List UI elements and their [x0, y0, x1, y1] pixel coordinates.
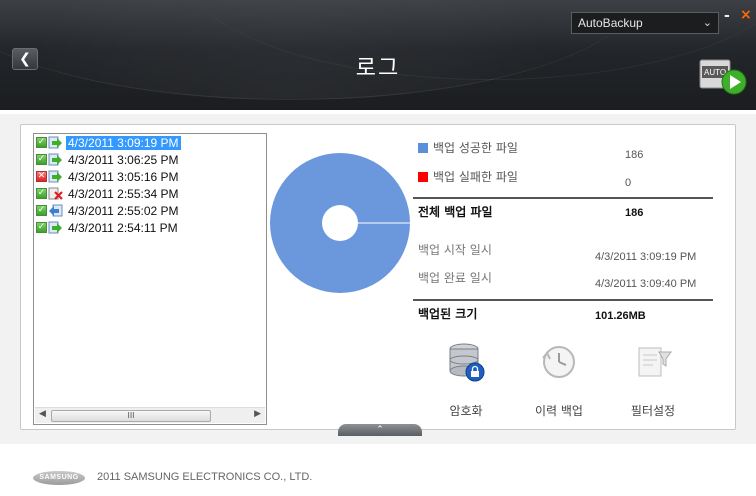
end-label: 백업 완료 일시	[418, 271, 492, 285]
database-lock-icon	[449, 343, 485, 382]
samsung-logo: SAMSUNG	[33, 471, 85, 485]
encrypt-button[interactable]: 암호화	[431, 340, 501, 419]
end-value: 4/3/2011 3:09:40 PM	[595, 278, 697, 290]
log-timestamp: 4/3/2011 2:54:11 PM	[68, 220, 178, 235]
backup-success-icon	[48, 153, 62, 166]
log-list-item[interactable]: ✕ 4/3/2011 3:05:16 PM	[34, 168, 266, 185]
checkbox-checked-icon[interactable]: ✓	[36, 188, 47, 199]
log-list-item[interactable]: ✓ 4/3/2011 3:06:25 PM	[34, 151, 266, 168]
start-value: 4/3/2011 3:09:19 PM	[595, 251, 697, 263]
chevron-down-icon: ⌄	[702, 17, 712, 29]
app-select-value: AutoBackup	[578, 16, 643, 30]
footer: SAMSUNG 2011 SAMSUNG ELECTRONICS CO., LT…	[0, 446, 756, 496]
log-panel: ✓ 4/3/2011 3:09:19 PM ✓ 4/3/2011 3:06:25 PM…	[20, 124, 736, 430]
legend-failed: 백업 실패한 파일	[418, 168, 518, 185]
svg-text:AUTO: AUTO	[704, 68, 726, 77]
divider	[413, 299, 713, 301]
checkbox-checked-icon[interactable]: ✓	[36, 205, 47, 216]
checkbox-checked-icon[interactable]: ✓	[36, 137, 47, 148]
divider	[413, 197, 713, 199]
horizontal-scrollbar[interactable]: ◀ III ▶	[35, 407, 265, 423]
collapse-panel-button[interactable]: ⌃	[338, 424, 422, 436]
scroll-thumb[interactable]: III	[51, 410, 211, 422]
chevron-up-icon: ⌃	[376, 425, 384, 435]
history-backup-label: 이력 백업	[535, 404, 583, 418]
backup-pie-chart	[270, 153, 410, 293]
failed-label: 백업 실패한 파일	[433, 170, 518, 184]
log-timestamp: 4/3/2011 2:55:34 PM	[68, 186, 179, 201]
total-value: 186	[625, 207, 644, 219]
pie-center-hole	[322, 205, 358, 241]
size-label: 백업된 크기	[418, 307, 478, 321]
scroll-right-icon[interactable]: ▶	[254, 409, 261, 419]
close-button[interactable]: ×	[740, 7, 752, 23]
log-timestamp: 4/3/2011 3:09:19 PM	[66, 135, 181, 150]
success-label: 백업 성공한 파일	[433, 141, 518, 155]
backup-success-icon	[48, 221, 62, 234]
page-title: 로그	[355, 56, 401, 81]
start-label: 백업 시작 일시	[418, 243, 492, 257]
log-list[interactable]: ✓ 4/3/2011 3:09:19 PM ✓ 4/3/2011 3:06:25 PM…	[33, 133, 267, 425]
size-value: 101.26MB	[595, 310, 646, 322]
backup-success-icon	[48, 136, 62, 149]
log-list-item[interactable]: ✓ 4/3/2011 3:09:19 PM	[34, 134, 266, 151]
log-list-item[interactable]: ✓ 4/3/2011 2:54:11 PM	[34, 219, 266, 236]
encrypt-label: 암호화	[449, 404, 483, 418]
scroll-left-icon[interactable]: ◀	[39, 409, 46, 419]
minimize-button[interactable]: -	[724, 8, 730, 24]
success-swatch	[418, 142, 428, 153]
log-list-item[interactable]: ✓ 4/3/2011 2:55:34 PM	[34, 185, 266, 202]
failed-value: 0	[625, 177, 632, 189]
autobackup-run-icon[interactable]: AUTO	[696, 52, 748, 96]
backup-failed-icon	[48, 187, 63, 200]
log-timestamp: 4/3/2011 3:06:25 PM	[68, 152, 179, 167]
history-backup-button[interactable]: 이력 백업	[524, 340, 594, 419]
failed-swatch	[418, 171, 428, 182]
document-filter-icon	[638, 347, 672, 377]
backup-success-icon	[48, 170, 62, 183]
app-select-dropdown[interactable]: AutoBackup ⌄	[571, 12, 719, 34]
checkbox-checked-icon[interactable]: ✓	[36, 154, 47, 165]
log-list-item[interactable]: ✓ 4/3/2011 2:55:02 PM	[34, 202, 266, 219]
clock-history-icon	[542, 346, 575, 378]
log-timestamp: 4/3/2011 2:55:02 PM	[68, 203, 179, 218]
total-label: 전체 백업 파일	[418, 205, 493, 219]
backup-restore-icon	[49, 204, 63, 217]
legend-success: 백업 성공한 파일	[418, 139, 518, 156]
success-value: 186	[625, 149, 644, 161]
checkbox-checked-icon[interactable]: ✓	[36, 222, 47, 233]
copyright-text: 2011 SAMSUNG ELECTRONICS CO., LTD.	[97, 471, 313, 483]
filter-settings-button[interactable]: 필터설정	[618, 340, 688, 419]
log-timestamp: 4/3/2011 3:05:16 PM	[68, 169, 179, 184]
filter-settings-label: 필터설정	[630, 404, 676, 418]
checkbox-error-icon[interactable]: ✕	[36, 171, 47, 182]
